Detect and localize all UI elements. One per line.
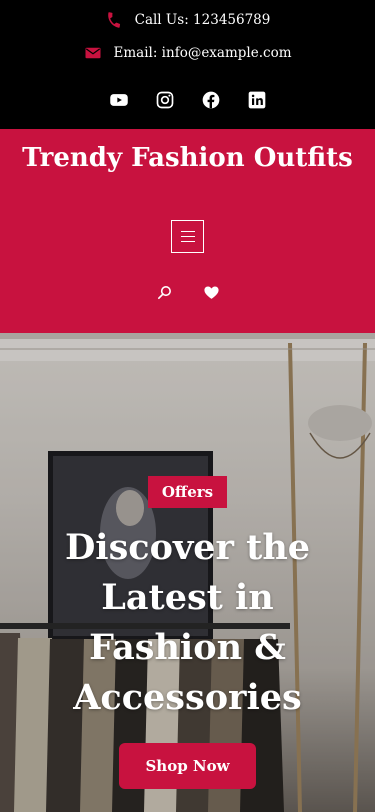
linkedin-icon[interactable] bbox=[247, 90, 267, 110]
hero-banner: Offers Discover the Latest in Fashion & … bbox=[0, 333, 375, 812]
brand-header: Trendy Fashion Outfits bbox=[0, 129, 375, 333]
social-links bbox=[0, 90, 375, 110]
instagram-icon[interactable] bbox=[155, 90, 175, 110]
site-title[interactable]: Trendy Fashion Outfits bbox=[0, 141, 375, 175]
menu-icon bbox=[180, 230, 195, 243]
shop-now-button[interactable]: Shop Now bbox=[119, 743, 256, 789]
email-contact[interactable]: Email: info@example.com bbox=[0, 44, 375, 62]
phone-label: Call Us: 123456789 bbox=[134, 12, 271, 28]
youtube-icon[interactable] bbox=[109, 90, 129, 110]
mail-icon bbox=[84, 44, 102, 62]
email-label: Email: info@example.com bbox=[113, 45, 292, 61]
hero-title: Discover the Latest in Fashion & Accesso… bbox=[64, 527, 311, 718]
search-icon[interactable] bbox=[156, 284, 173, 301]
phone-contact[interactable]: Call Us: 123456789 bbox=[0, 11, 375, 29]
offers-badge[interactable]: Offers bbox=[148, 476, 227, 508]
phone-icon bbox=[105, 11, 123, 29]
contact-topbar: Call Us: 123456789 Email: info@example.c… bbox=[0, 0, 375, 129]
header-actions bbox=[0, 284, 375, 301]
heart-icon[interactable] bbox=[203, 284, 220, 301]
menu-toggle-button[interactable] bbox=[171, 220, 204, 253]
facebook-icon[interactable] bbox=[201, 90, 221, 110]
